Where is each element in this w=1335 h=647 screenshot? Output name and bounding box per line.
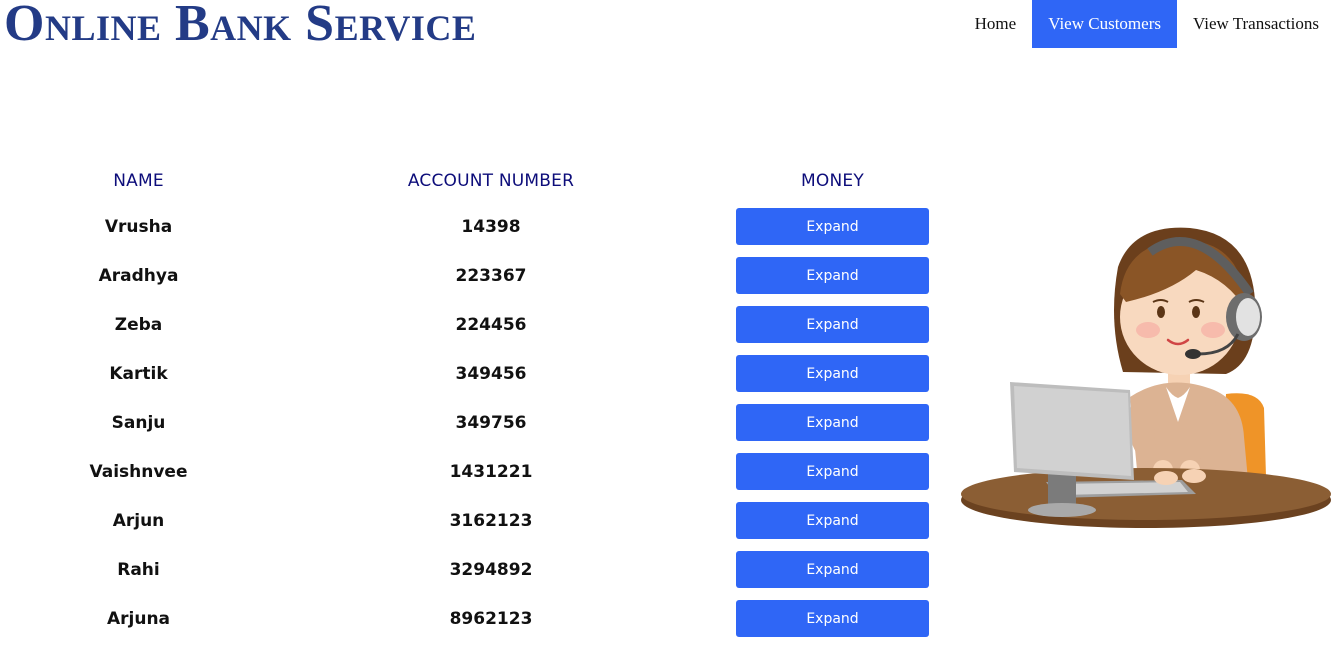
expand-button[interactable]: Expand xyxy=(736,208,929,245)
money-cell: Expand xyxy=(705,355,960,392)
column-header-money: MONEY xyxy=(801,171,864,191)
customer-name: Rahi xyxy=(117,559,160,580)
account-number: 14398 xyxy=(461,216,521,237)
account-number: 8962123 xyxy=(449,608,533,629)
money-cell: Expand xyxy=(705,600,960,637)
expand-button[interactable]: Expand xyxy=(736,453,929,490)
customer-name: Arjun xyxy=(112,510,165,531)
account-number: 3162123 xyxy=(449,510,533,531)
expand-button[interactable]: Expand xyxy=(736,600,929,637)
account-number: 349756 xyxy=(455,412,527,433)
customer-name: Aradhya xyxy=(98,265,179,286)
expand-button[interactable]: Expand xyxy=(736,502,929,539)
nav-view-transactions[interactable]: View Transactions xyxy=(1177,0,1335,48)
customer-name: Sanju xyxy=(111,412,166,433)
table-row: Vrusha 14398 Expand xyxy=(0,202,960,251)
column-header-account-number: ACCOUNT NUMBER xyxy=(407,171,575,191)
table-row: Rahi 3294892 Expand xyxy=(0,545,960,594)
account-number: 349456 xyxy=(455,363,527,384)
table-row: Aradhya 223367 Expand xyxy=(0,251,960,300)
customer-name: Vaishnvee xyxy=(89,461,188,482)
table-row: Arjun 3162123 Expand xyxy=(0,496,960,545)
money-cell: Expand xyxy=(705,502,960,539)
table-row: Kartik 349456 Expand xyxy=(0,349,960,398)
customer-name: Arjuna xyxy=(106,608,171,629)
customer-name: Kartik xyxy=(109,363,168,384)
nav-home[interactable]: Home xyxy=(959,0,1033,48)
table-row: Vaishnvee 1431221 Expand xyxy=(0,447,960,496)
money-cell: Expand xyxy=(705,404,960,441)
money-cell: Expand xyxy=(705,551,960,588)
table-row: Arjuna 8962123 Expand xyxy=(0,594,960,643)
expand-button[interactable]: Expand xyxy=(736,306,929,343)
expand-button[interactable]: Expand xyxy=(736,257,929,294)
nav-view-customers[interactable]: View Customers xyxy=(1032,0,1177,48)
table-header: NAME ACCOUNT NUMBER MONEY xyxy=(0,160,960,202)
money-cell: Expand xyxy=(705,306,960,343)
site-logo: Online Bank Service xyxy=(4,0,477,52)
account-number: 223367 xyxy=(455,265,527,286)
customer-name: Vrusha xyxy=(104,216,173,237)
account-number: 1431221 xyxy=(449,461,533,482)
table-body: Vrusha 14398 Expand Aradhya 223367 Expand Zeba… xyxy=(0,202,960,643)
customer-support-agent-illustration xyxy=(961,227,1331,528)
table-row: Zeba 224456 Expand xyxy=(0,300,960,349)
expand-button[interactable]: Expand xyxy=(736,551,929,588)
table-row: Sanju 349756 Expand xyxy=(0,398,960,447)
customer-name: Zeba xyxy=(114,314,163,335)
expand-button[interactable]: Expand xyxy=(736,355,929,392)
money-cell: Expand xyxy=(705,208,960,245)
money-cell: Expand xyxy=(705,257,960,294)
column-header-name: NAME xyxy=(113,171,164,191)
money-cell: Expand xyxy=(705,453,960,490)
customers-table: NAME ACCOUNT NUMBER MONEY Vrusha 14398 Exp… xyxy=(0,160,960,643)
expand-button[interactable]: Expand xyxy=(736,404,929,441)
account-number: 224456 xyxy=(455,314,527,335)
account-number: 3294892 xyxy=(449,559,533,580)
top-nav: Home View Customers View Transactions xyxy=(959,0,1335,48)
